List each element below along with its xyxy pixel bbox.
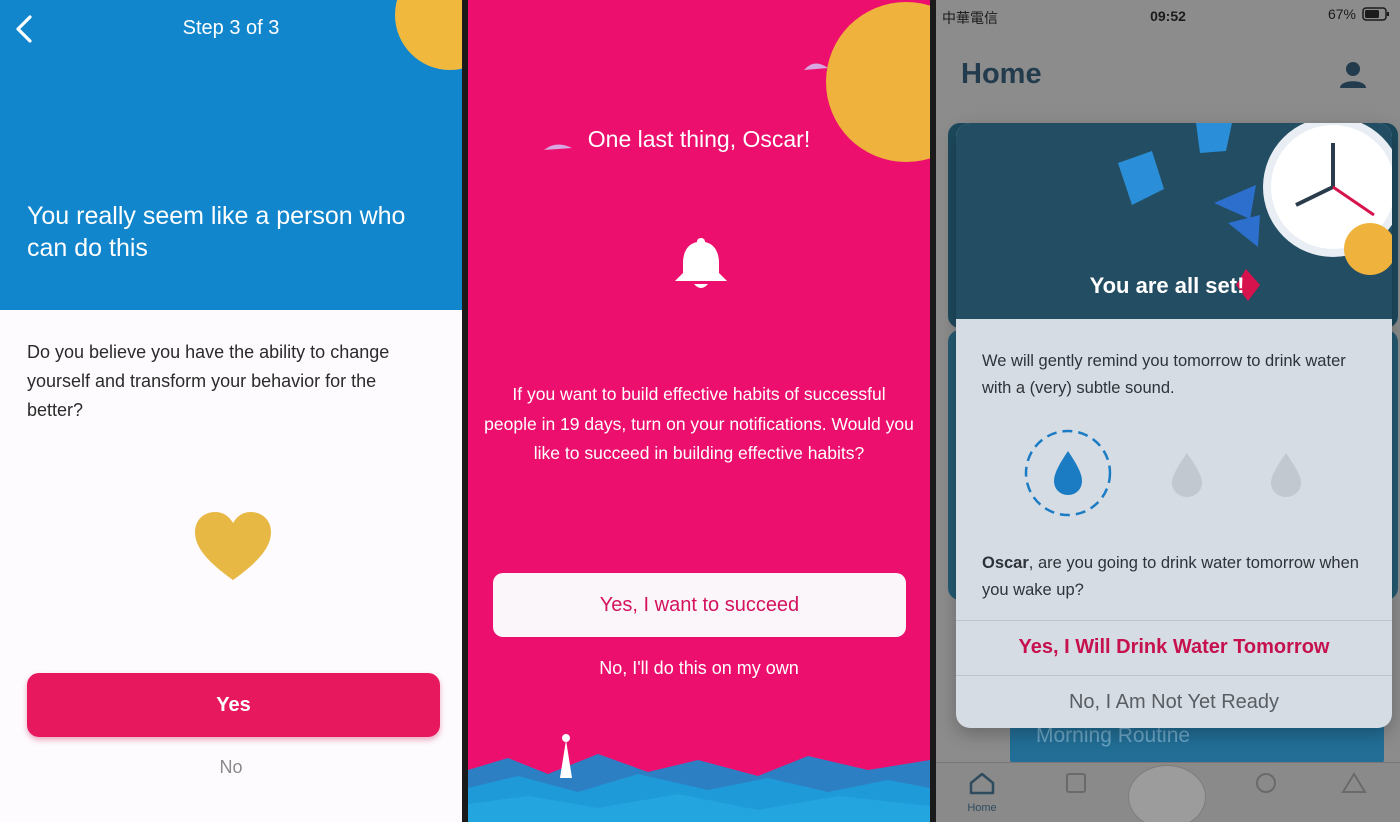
triangle-icon — [1341, 772, 1367, 793]
decline-button[interactable]: No, I'll do this on my own — [468, 658, 930, 679]
question-text: Do you believe you have the ability to c… — [27, 342, 390, 420]
battery-indicator: 67% — [1328, 6, 1390, 22]
onboarding-step-panel: Step 3 of 3 You really seem like a perso… — [0, 0, 462, 822]
mountain-illustration — [468, 734, 930, 822]
dialog-illustration: You are all set! — [956, 123, 1392, 319]
headline: You really seem like a person who can do… — [27, 202, 406, 262]
dialog-title: You are all set! — [1089, 273, 1245, 298]
all-set-dialog: You are all set! We will gently remind y… — [956, 123, 1392, 728]
question-text: Oscar, are you going to drink water tomo… — [982, 550, 1372, 604]
page-title: Home — [961, 58, 1042, 90]
bell-icon — [675, 238, 727, 288]
profile-icon[interactable] — [1338, 60, 1368, 90]
notification-prompt-panel: One last thing, Oscar! If you want to bu… — [468, 0, 930, 822]
heart-icon — [195, 512, 271, 580]
question-rest: , are you going to drink water tomorrow … — [982, 554, 1359, 599]
status-bar: 中華電信 09:52 67% — [936, 0, 1400, 30]
sky-decoration — [544, 2, 930, 162]
map-icon — [1066, 773, 1086, 793]
home-icon — [969, 772, 995, 795]
battery-percent: 67% — [1327, 6, 1356, 22]
tab-label: Home — [967, 802, 997, 814]
yes-button[interactable]: Yes — [27, 673, 440, 737]
tab-coaching[interactable] — [1226, 771, 1306, 800]
home-screen-panel: 中華電信 09:52 67% Home Morning Routine You … — [936, 0, 1400, 822]
battery-icon — [1362, 7, 1389, 21]
step-indicator: Step 3 of 3 — [182, 17, 280, 39]
tab-profile[interactable] — [1314, 771, 1394, 800]
prompt-body: If you want to build effective habits of… — [484, 384, 914, 463]
water-drop-selector[interactable] — [956, 423, 1392, 523]
hero-header: Step 3 of 3 You really seem like a perso… — [0, 0, 462, 310]
tab-home[interactable]: Home — [942, 771, 1022, 814]
no-button[interactable]: No — [0, 757, 462, 778]
globe-icon — [1256, 773, 1276, 793]
not-ready-button[interactable]: No, I Am Not Yet Ready — [956, 676, 1392, 728]
reminder-text: We will gently remind you tomorrow to dr… — [982, 352, 1346, 397]
confirm-button[interactable]: Yes, I Will Drink Water Tomorrow — [956, 621, 1392, 673]
tab-journey[interactable] — [1036, 771, 1116, 800]
user-name: Oscar — [982, 554, 1029, 572]
center-action-button[interactable] — [1128, 765, 1206, 822]
accept-notifications-button[interactable]: Yes, I want to succeed — [493, 573, 906, 637]
prompt-title: One last thing, Oscar! — [587, 126, 811, 152]
